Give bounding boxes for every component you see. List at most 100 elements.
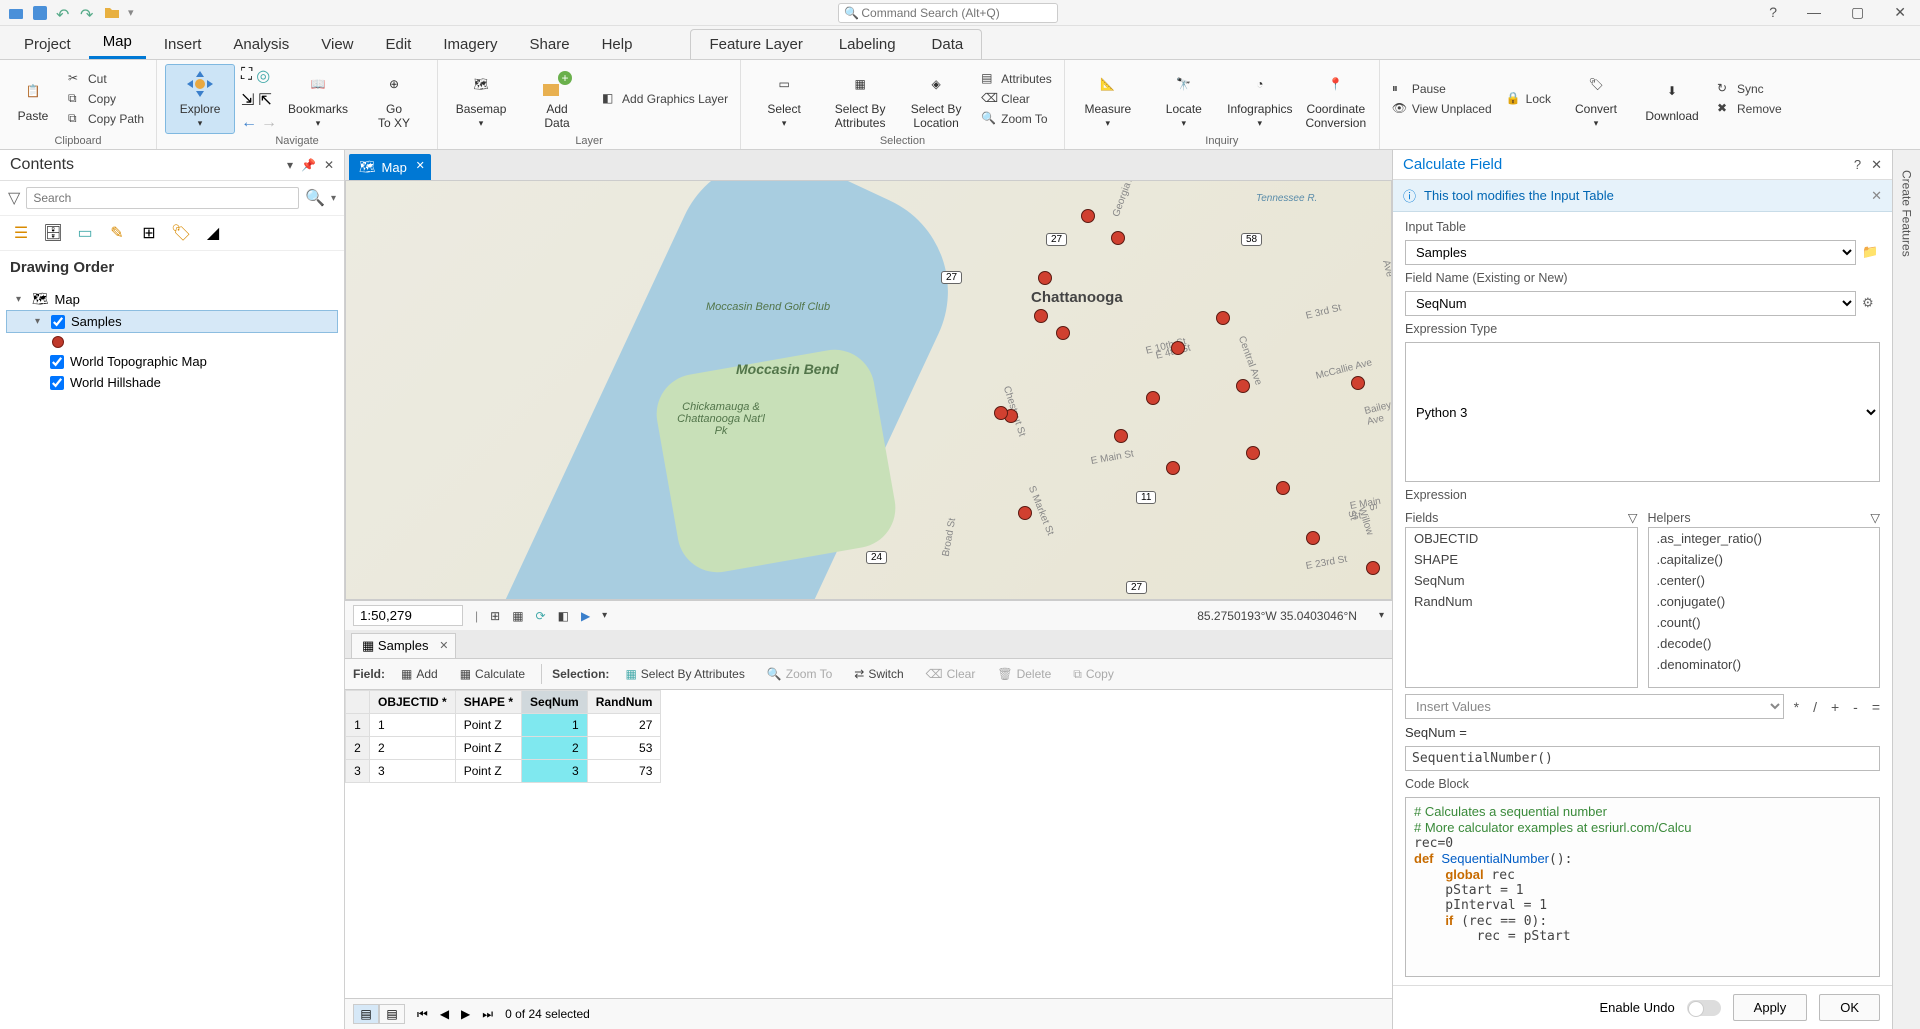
paste-button[interactable]: 📋Paste: [8, 64, 58, 134]
layer-checkbox[interactable]: [51, 315, 65, 329]
input-table-select[interactable]: Samples: [1405, 240, 1856, 265]
fields-list[interactable]: OBJECTIDSHAPESeqNumRandNum: [1405, 527, 1638, 688]
table-wrap[interactable]: OBJECTID * SHAPE * SeqNum RandNum 11Poin…: [345, 690, 1392, 999]
lock-button[interactable]: 🔒Lock: [1502, 90, 1555, 108]
col-objectid[interactable]: OBJECTID *: [370, 691, 456, 714]
contents-search-input[interactable]: [26, 187, 299, 209]
op-plus[interactable]: +: [1831, 699, 1839, 715]
browse-icon[interactable]: 📁: [1862, 244, 1880, 262]
add-graphics-button[interactable]: ◧Add Graphics Layer: [598, 90, 732, 108]
select-by-attr-button[interactable]: ▦Select By Attributes: [825, 64, 895, 134]
layer-hillshade[interactable]: World Hillshade: [6, 372, 338, 393]
tab-share[interactable]: Share: [516, 30, 584, 59]
list-by-perspective-icon[interactable]: ◢: [202, 222, 224, 244]
bookmarks-button[interactable]: 📖Bookmarks▾: [283, 64, 353, 134]
code-block-input[interactable]: # Calculates a sequential number # More …: [1405, 797, 1880, 977]
calculate-field-button[interactable]: ▦Calculate: [454, 665, 531, 683]
ok-button[interactable]: OK: [1819, 994, 1880, 1021]
close-panel-icon[interactable]: ✕: [1871, 157, 1882, 173]
table-row[interactable]: 22Point Z253: [346, 737, 661, 760]
coord-dropdown-icon[interactable]: ▾: [1379, 610, 1384, 621]
command-search[interactable]: 🔍: [838, 3, 1058, 23]
layer-samples[interactable]: ▾Samples: [6, 310, 338, 333]
redo-icon[interactable]: ↷: [80, 5, 96, 21]
convert-button[interactable]: 🏷Convert▾: [1561, 64, 1631, 134]
command-search-input[interactable]: [838, 3, 1058, 23]
maximize-icon[interactable]: ▢: [1845, 4, 1870, 21]
helper-item[interactable]: .capitalize(): [1649, 549, 1880, 570]
field-item[interactable]: RandNum: [1406, 591, 1637, 612]
infographics-button[interactable]: ◔Infographics▾: [1225, 64, 1295, 134]
zoom-in-icon[interactable]: ⇲: [241, 90, 254, 110]
next-extent-icon[interactable]: →: [261, 114, 277, 132]
helper-item[interactable]: .denominator(): [1649, 654, 1880, 675]
explore-button[interactable]: Explore▾: [165, 64, 235, 134]
dismiss-info-icon[interactable]: ✕: [1871, 188, 1882, 204]
snapping-icon[interactable]: ⊞: [490, 609, 500, 623]
enable-undo-toggle[interactable]: [1687, 1000, 1721, 1016]
remove-button[interactable]: ✖Remove: [1713, 100, 1786, 118]
filter-icon[interactable]: ▽: [8, 188, 20, 208]
zoom-sel-icon[interactable]: ◎: [256, 66, 270, 86]
minimize-icon[interactable]: —: [1801, 4, 1827, 21]
sync-button[interactable]: ↻Sync: [1713, 80, 1786, 98]
dropdown-icon[interactable]: ▾: [287, 158, 293, 172]
layer-samples-symbol[interactable]: [6, 333, 338, 351]
tab-map[interactable]: Map: [89, 27, 146, 59]
zoom-out-icon[interactable]: ⇱: [258, 90, 271, 110]
clear-sel-button[interactable]: ⌫Clear: [977, 90, 1056, 108]
table-row[interactable]: 33Point Z373: [346, 760, 661, 783]
layer-topo[interactable]: World Topographic Map: [6, 351, 338, 372]
qat-dropdown-icon[interactable]: ▾: [128, 6, 134, 19]
map-scale-input[interactable]: [353, 605, 463, 626]
cut-button[interactable]: ✂Cut: [64, 70, 148, 88]
gear-icon[interactable]: ⚙: [1862, 295, 1880, 313]
prev-extent-icon[interactable]: ←: [241, 114, 257, 132]
tab-project[interactable]: Project: [10, 30, 85, 59]
close-icon[interactable]: ✕: [1888, 4, 1912, 21]
open-project-icon[interactable]: [8, 5, 24, 21]
layer-checkbox[interactable]: [50, 376, 64, 390]
tab-feature-layer[interactable]: Feature Layer: [691, 30, 820, 59]
dropdown-icon[interactable]: ▾: [602, 610, 607, 621]
map-view-tab[interactable]: 🗺Map✕: [349, 154, 431, 180]
row-header[interactable]: [346, 691, 370, 714]
tab-edit[interactable]: Edit: [372, 30, 426, 59]
list-by-editing-icon[interactable]: ✎: [106, 222, 128, 244]
delete-button[interactable]: 🗑Delete: [991, 665, 1057, 683]
filter-fields-icon[interactable]: ▽: [1628, 510, 1638, 525]
insert-values-select[interactable]: Insert Values: [1405, 694, 1784, 719]
expression-input[interactable]: SequentialNumber(): [1405, 746, 1880, 771]
field-item[interactable]: OBJECTID: [1406, 528, 1637, 549]
clear-button[interactable]: ⌫Clear: [920, 665, 982, 683]
switch-button[interactable]: ⇄Switch: [848, 665, 909, 683]
op-equals[interactable]: =: [1872, 699, 1880, 715]
layer-checkbox[interactable]: [50, 355, 64, 369]
sel-by-attr-button[interactable]: ▦Select By Attributes: [619, 665, 750, 683]
search-more-icon[interactable]: ▾: [331, 193, 336, 204]
attribute-table[interactable]: OBJECTID * SHAPE * SeqNum RandNum 11Poin…: [345, 690, 661, 783]
pin-icon[interactable]: 📌: [301, 158, 316, 172]
field-item[interactable]: SeqNum: [1406, 570, 1637, 591]
grid-icon[interactable]: ▦: [512, 609, 523, 623]
corrections-icon[interactable]: ◧: [558, 609, 569, 623]
prev-rec-icon[interactable]: ◀: [440, 1007, 449, 1021]
col-randnum[interactable]: RandNum: [587, 691, 661, 714]
helper-item[interactable]: .count(): [1649, 612, 1880, 633]
coord-conv-button[interactable]: 📍Coordinate Conversion: [1301, 64, 1371, 134]
table-tab[interactable]: ▦ Samples✕: [351, 633, 456, 658]
add-data-button[interactable]: +Add Data: [522, 64, 592, 134]
field-item[interactable]: SHAPE: [1406, 549, 1637, 570]
help-icon[interactable]: ?: [1854, 157, 1861, 173]
col-shape[interactable]: SHAPE *: [455, 691, 521, 714]
expr-type-select[interactable]: Python 3: [1405, 342, 1880, 482]
measure-button[interactable]: 📐Measure▾: [1073, 64, 1143, 134]
zoom-to-button[interactable]: 🔍Zoom To: [761, 665, 838, 683]
op-minus[interactable]: -: [1853, 699, 1858, 715]
help-icon[interactable]: ?: [1763, 4, 1783, 21]
pause-button[interactable]: ⏸Pause: [1388, 80, 1496, 98]
tab-data[interactable]: Data: [914, 30, 982, 59]
tab-analysis[interactable]: Analysis: [219, 30, 303, 59]
table-row[interactable]: 11Point Z127: [346, 714, 661, 737]
first-rec-icon[interactable]: ⏮: [417, 1007, 428, 1022]
